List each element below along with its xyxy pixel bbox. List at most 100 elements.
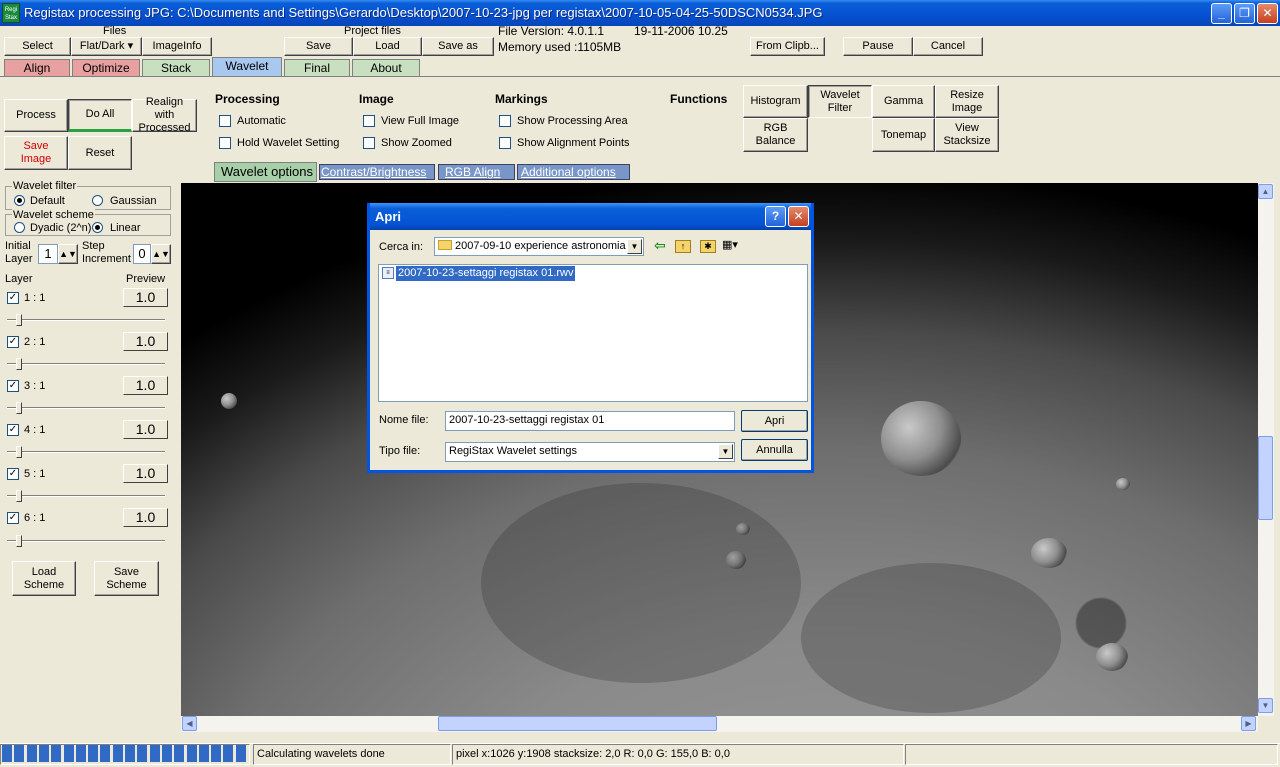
- up-folder-icon[interactable]: ↑: [675, 240, 691, 253]
- initial-layer-value[interactable]: 1: [38, 244, 58, 264]
- subtab-rgb-align[interactable]: RGB Align: [438, 164, 515, 180]
- do-all-button[interactable]: Do All: [68, 99, 132, 132]
- rgb-balance-button[interactable]: RGB Balance: [743, 118, 808, 152]
- linear-scheme-radio[interactable]: [92, 222, 103, 233]
- processing-heading: Processing: [215, 92, 280, 106]
- view-menu-icon[interactable]: ▦▾: [722, 240, 746, 253]
- subtab-wavelet-options[interactable]: Wavelet options: [214, 162, 317, 182]
- tab-optimize[interactable]: Optimize: [72, 59, 140, 76]
- layer-4-preview-button[interactable]: 1.0: [123, 420, 168, 439]
- new-folder-icon[interactable]: ✱: [700, 240, 716, 253]
- registax-app-icon[interactable]: Regi Stax: [2, 3, 20, 23]
- save-scheme-button[interactable]: Save Scheme: [94, 561, 159, 596]
- maximize-button[interactable]: ❐: [1234, 3, 1255, 24]
- open-button[interactable]: Apri: [741, 410, 808, 432]
- layer-3-slider-track[interactable]: [7, 407, 165, 409]
- tab-about[interactable]: About: [352, 59, 420, 76]
- wavelet-filter-button[interactable]: Wavelet Filter: [808, 85, 872, 118]
- layer-6-checkbox[interactable]: ✓: [7, 512, 19, 524]
- horizontal-scroll-thumb[interactable]: [438, 716, 717, 731]
- layer-2-slider-thumb[interactable]: [16, 358, 22, 370]
- show-zoomed-checkbox[interactable]: [363, 137, 375, 149]
- layer-5-slider-thumb[interactable]: [16, 490, 22, 502]
- image-horizontal-scrollbar[interactable]: [181, 716, 1258, 732]
- help-button[interactable]: ?: [765, 206, 786, 227]
- project-load-button[interactable]: Load: [353, 37, 422, 56]
- layer-1-preview-button[interactable]: 1.0: [123, 288, 168, 307]
- chevron-down-icon[interactable]: ▼: [627, 239, 642, 254]
- gaussian-filter-radio[interactable]: [92, 195, 103, 206]
- save-image-button[interactable]: Save Image: [4, 136, 68, 170]
- layer-4-checkbox[interactable]: ✓: [7, 424, 19, 436]
- chevron-down-icon[interactable]: ▼: [718, 444, 733, 459]
- automatic-checkbox[interactable]: [219, 115, 231, 127]
- cancel-button[interactable]: Cancel: [913, 37, 983, 56]
- histogram-button[interactable]: Histogram: [743, 85, 808, 118]
- layer-3-preview-button[interactable]: 1.0: [123, 376, 168, 395]
- show-alignment-points-checkbox[interactable]: [499, 137, 511, 149]
- layer-3-slider-thumb[interactable]: [16, 402, 22, 414]
- subtab-additional-options[interactable]: Additional options: [517, 164, 630, 180]
- tonemap-button[interactable]: Tonemap: [872, 118, 935, 152]
- load-scheme-button[interactable]: Load Scheme: [12, 561, 76, 596]
- tab-stack[interactable]: Stack: [142, 59, 210, 76]
- layer-1-slider-track[interactable]: [7, 319, 165, 321]
- reset-button[interactable]: Reset: [68, 136, 132, 170]
- layer-6-slider-thumb[interactable]: [16, 535, 22, 547]
- layer-3-checkbox[interactable]: ✓: [7, 380, 19, 392]
- dialog-cancel-button[interactable]: Annulla: [741, 439, 808, 461]
- tab-align[interactable]: Align: [4, 59, 70, 76]
- pause-button[interactable]: Pause: [843, 37, 913, 56]
- dyadic-scheme-radio[interactable]: [14, 222, 25, 233]
- step-increment-spinner[interactable]: ▲▼: [151, 244, 171, 264]
- file-name-input[interactable]: 2007-10-23-settaggi registax 01: [445, 411, 735, 431]
- view-stacksize-button[interactable]: View Stacksize: [935, 118, 999, 152]
- layer-6-label: 6 : 1: [24, 512, 46, 524]
- flat-dark-dropdown[interactable]: Flat/Dark ▾: [71, 37, 142, 56]
- process-button[interactable]: Process: [4, 99, 68, 132]
- tab-final[interactable]: Final: [284, 59, 350, 76]
- layer-1-slider-thumb[interactable]: [16, 314, 22, 326]
- progress-block: [2, 745, 12, 762]
- tab-wavelet[interactable]: Wavelet: [212, 57, 282, 77]
- layer-5-slider-track[interactable]: [7, 495, 165, 497]
- vertical-scroll-thumb[interactable]: [1258, 436, 1273, 520]
- subtab-contrast-brightness[interactable]: Contrast/Brightness: [319, 164, 435, 180]
- scroll-up-arrow-icon[interactable]: ▲: [1258, 184, 1273, 199]
- view-full-image-checkbox[interactable]: [363, 115, 375, 127]
- scroll-left-arrow-icon[interactable]: ◀: [182, 716, 197, 731]
- layer-4-slider-track[interactable]: [7, 451, 165, 453]
- close-window-button[interactable]: ✕: [1257, 3, 1278, 24]
- hold-wavelet-checkbox[interactable]: [219, 137, 231, 149]
- layer-2-preview-button[interactable]: 1.0: [123, 332, 168, 351]
- layer-1-checkbox[interactable]: ✓: [7, 292, 19, 304]
- realign-button[interactable]: Realign with Processed: [132, 96, 197, 134]
- layer-6-preview-button[interactable]: 1.0: [123, 508, 168, 527]
- project-save-button[interactable]: Save: [284, 37, 353, 56]
- back-arrow-icon[interactable]: ⇦: [654, 237, 670, 255]
- file-list-item[interactable]: 2007-10-23-settaggi registax 01.rwv: [396, 266, 576, 281]
- layer-2-checkbox[interactable]: ✓: [7, 336, 19, 348]
- scroll-right-arrow-icon[interactable]: ▶: [1241, 716, 1256, 731]
- file-type-dropdown[interactable]: RegiStax Wavelet settings ▼: [445, 442, 735, 462]
- layer-6-slider-track[interactable]: [7, 540, 165, 542]
- dialog-close-button[interactable]: ✕: [788, 206, 809, 227]
- resize-image-button[interactable]: Resize Image: [935, 85, 999, 118]
- step-increment-value[interactable]: 0: [133, 244, 151, 264]
- select-button[interactable]: Select: [4, 37, 71, 56]
- minimize-button[interactable]: _: [1211, 3, 1232, 24]
- from-clipboard-button[interactable]: From Clipb...: [750, 37, 825, 56]
- layer-2-slider-track[interactable]: [7, 363, 165, 365]
- project-save-as-button[interactable]: Save as: [422, 37, 494, 56]
- layer-5-checkbox[interactable]: ✓: [7, 468, 19, 480]
- look-in-dropdown[interactable]: 2007-09-10 experience astronomia ▼: [434, 237, 644, 256]
- layer-5-preview-button[interactable]: 1.0: [123, 464, 168, 483]
- imageinfo-button[interactable]: ImageInfo: [142, 37, 212, 56]
- scroll-down-arrow-icon[interactable]: ▼: [1258, 698, 1273, 713]
- default-filter-radio[interactable]: [14, 195, 25, 206]
- layer-4-slider-thumb[interactable]: [16, 446, 22, 458]
- file-list[interactable]: [378, 264, 808, 402]
- initial-layer-spinner[interactable]: ▲▼: [58, 244, 78, 264]
- show-processing-area-checkbox[interactable]: [499, 115, 511, 127]
- gamma-button[interactable]: Gamma: [872, 85, 935, 118]
